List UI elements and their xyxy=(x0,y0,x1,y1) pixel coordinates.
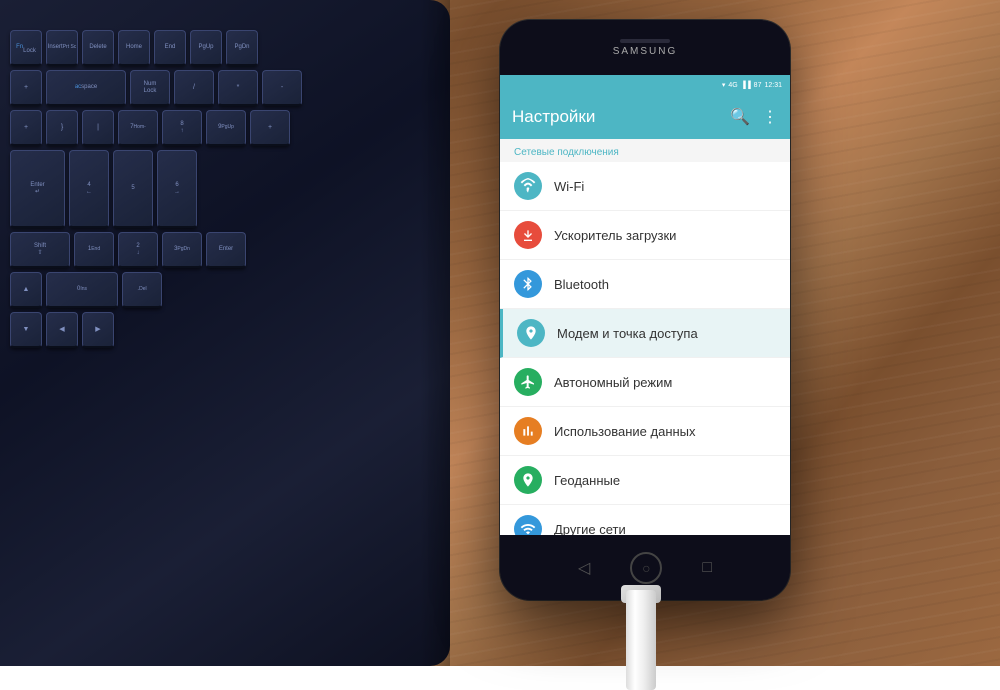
status-bar-icons: ▾ 4G ▐▐ 87 12:31 xyxy=(722,81,782,89)
key-minus[interactable]: - xyxy=(262,70,302,106)
location-icon xyxy=(514,466,542,494)
key-right[interactable]: ▶ xyxy=(82,312,114,348)
phone-screen: ▾ 4G ▐▐ 87 12:31 Настройки 🔍 ⋮ Сетевые п… xyxy=(500,75,790,535)
phone-device: SAMSUNG ▾ 4G ▐▐ 87 12:31 Настройки 🔍 ⋮ С… xyxy=(500,20,790,600)
key-insert[interactable]: InsertPrt Sc xyxy=(46,30,78,66)
key-4[interactable]: 4← xyxy=(69,150,109,228)
key-7[interactable]: 7Hom- xyxy=(118,110,158,146)
menu-button[interactable]: ⋮ xyxy=(762,107,778,127)
back-button[interactable]: ◁ xyxy=(578,558,590,578)
data-icon xyxy=(514,417,542,445)
home-icon: ○ xyxy=(642,560,650,576)
laptop: FnLock InsertPrt Sc Delete Home End PgUp… xyxy=(0,0,450,666)
section-label: Сетевые подключения xyxy=(500,139,790,162)
recent-button[interactable]: □ xyxy=(702,559,712,577)
wifi-label: Wi-Fi xyxy=(554,179,584,194)
key-3[interactable]: 3PgDn xyxy=(162,232,202,268)
key-numplus[interactable]: + xyxy=(250,110,290,146)
usb-cable xyxy=(626,590,656,690)
key-shift[interactable]: Shift⇧ xyxy=(10,232,70,268)
wifi-icon xyxy=(514,172,542,200)
key-enter1[interactable]: Enter↵ xyxy=(10,150,65,228)
airplane-icon xyxy=(514,368,542,396)
status-signal: ▐▐ xyxy=(741,82,751,89)
bluetooth-icon xyxy=(514,270,542,298)
key-8[interactable]: 8↑ xyxy=(162,110,202,146)
phone-top-bezel: SAMSUNG xyxy=(500,20,790,75)
key-home[interactable]: Home xyxy=(118,30,150,66)
key-9[interactable]: 9PgUp xyxy=(206,110,246,146)
settings-item-location[interactable]: Геоданные xyxy=(500,456,790,505)
app-bar-title: Настройки xyxy=(512,107,595,127)
key-dot[interactable]: .Del xyxy=(122,272,162,308)
key-pgdn[interactable]: PgDn xyxy=(226,30,258,66)
settings-item-download[interactable]: Ускоритель загрузки xyxy=(500,211,790,260)
key-left[interactable]: ◀ xyxy=(46,312,78,348)
key-row-1: FnLock InsertPrt Sc Delete Home End PgUp… xyxy=(10,30,440,66)
key-pipe[interactable]: | xyxy=(82,110,114,146)
key-row-3: + } | 7Hom- 8↑ 9PgUp + xyxy=(10,110,440,146)
key-numlock[interactable]: NumLock xyxy=(130,70,170,106)
key-div[interactable]: / xyxy=(174,70,214,106)
key-row-4: Enter↵ 4← 5 6→ xyxy=(10,150,440,228)
keyboard: FnLock InsertPrt Sc Delete Home End PgUp… xyxy=(10,30,440,626)
data-label: Использование данных xyxy=(554,424,696,439)
settings-item-network[interactable]: Другие сети xyxy=(500,505,790,535)
key-plus2[interactable]: + xyxy=(10,110,42,146)
airplane-label: Автономный режим xyxy=(554,375,672,390)
home-button[interactable]: ○ xyxy=(630,552,662,584)
app-bar-icons: 🔍 ⋮ xyxy=(730,107,778,127)
hotspot-icon xyxy=(517,319,545,347)
key-end[interactable]: End xyxy=(154,30,186,66)
key-ac-space[interactable]: ac space xyxy=(46,70,126,106)
settings-item-bluetooth[interactable]: Bluetooth xyxy=(500,260,790,309)
key-1[interactable]: 1End xyxy=(74,232,114,268)
key-row-arrows: ▼ ◀ ▶ xyxy=(10,312,440,348)
key-row-2: + ac space NumLock / * - xyxy=(10,70,440,106)
status-4g: 4G xyxy=(728,82,737,89)
key-6[interactable]: 6→ xyxy=(157,150,197,228)
samsung-logo: SAMSUNG xyxy=(613,46,678,57)
key-fn-lock[interactable]: FnLock xyxy=(10,30,42,66)
laptop-shadow xyxy=(420,0,450,666)
settings-item-wifi[interactable]: Wi-Fi xyxy=(500,162,790,211)
key-rbrace[interactable]: } xyxy=(46,110,78,146)
key-2[interactable]: 2↓ xyxy=(118,232,158,268)
settings-item-airplane[interactable]: Автономный режим xyxy=(500,358,790,407)
key-mul[interactable]: * xyxy=(218,70,258,106)
status-battery: 87 xyxy=(754,82,762,89)
key-row-6: ▲ 0Ins .Del xyxy=(10,272,440,308)
download-icon xyxy=(514,221,542,249)
key-enter2[interactable]: Enter xyxy=(206,232,246,268)
bluetooth-label: Bluetooth xyxy=(554,277,609,292)
key-down[interactable]: ▼ xyxy=(10,312,42,348)
settings-content: Сетевые подключения Wi-Fi Ускоритель заг… xyxy=(500,139,790,535)
hotspot-label: Модем и точка доступа xyxy=(557,326,698,341)
status-wifi-icon: ▾ xyxy=(722,81,726,89)
download-label: Ускоритель загрузки xyxy=(554,228,676,243)
phone-speaker xyxy=(620,39,670,43)
location-label: Геоданные xyxy=(554,473,620,488)
settings-item-data[interactable]: Использование данных xyxy=(500,407,790,456)
settings-item-hotspot[interactable]: Модем и точка доступа xyxy=(500,309,790,358)
key-up[interactable]: ▲ xyxy=(10,272,42,308)
network-icon xyxy=(514,515,542,535)
network-label: Другие сети xyxy=(554,522,626,536)
status-time: 12:31 xyxy=(764,82,782,89)
key-row-5: Shift⇧ 1End 2↓ 3PgDn Enter xyxy=(10,232,440,268)
key-delete[interactable]: Delete xyxy=(82,30,114,66)
key-pgup[interactable]: PgUp xyxy=(190,30,222,66)
app-bar: Настройки 🔍 ⋮ xyxy=(500,95,790,139)
key-0[interactable]: 0Ins xyxy=(46,272,118,308)
search-button[interactable]: 🔍 xyxy=(730,107,750,127)
key-plus1[interactable]: + xyxy=(10,70,42,106)
status-bar: ▾ 4G ▐▐ 87 12:31 xyxy=(500,75,790,95)
key-5[interactable]: 5 xyxy=(113,150,153,228)
